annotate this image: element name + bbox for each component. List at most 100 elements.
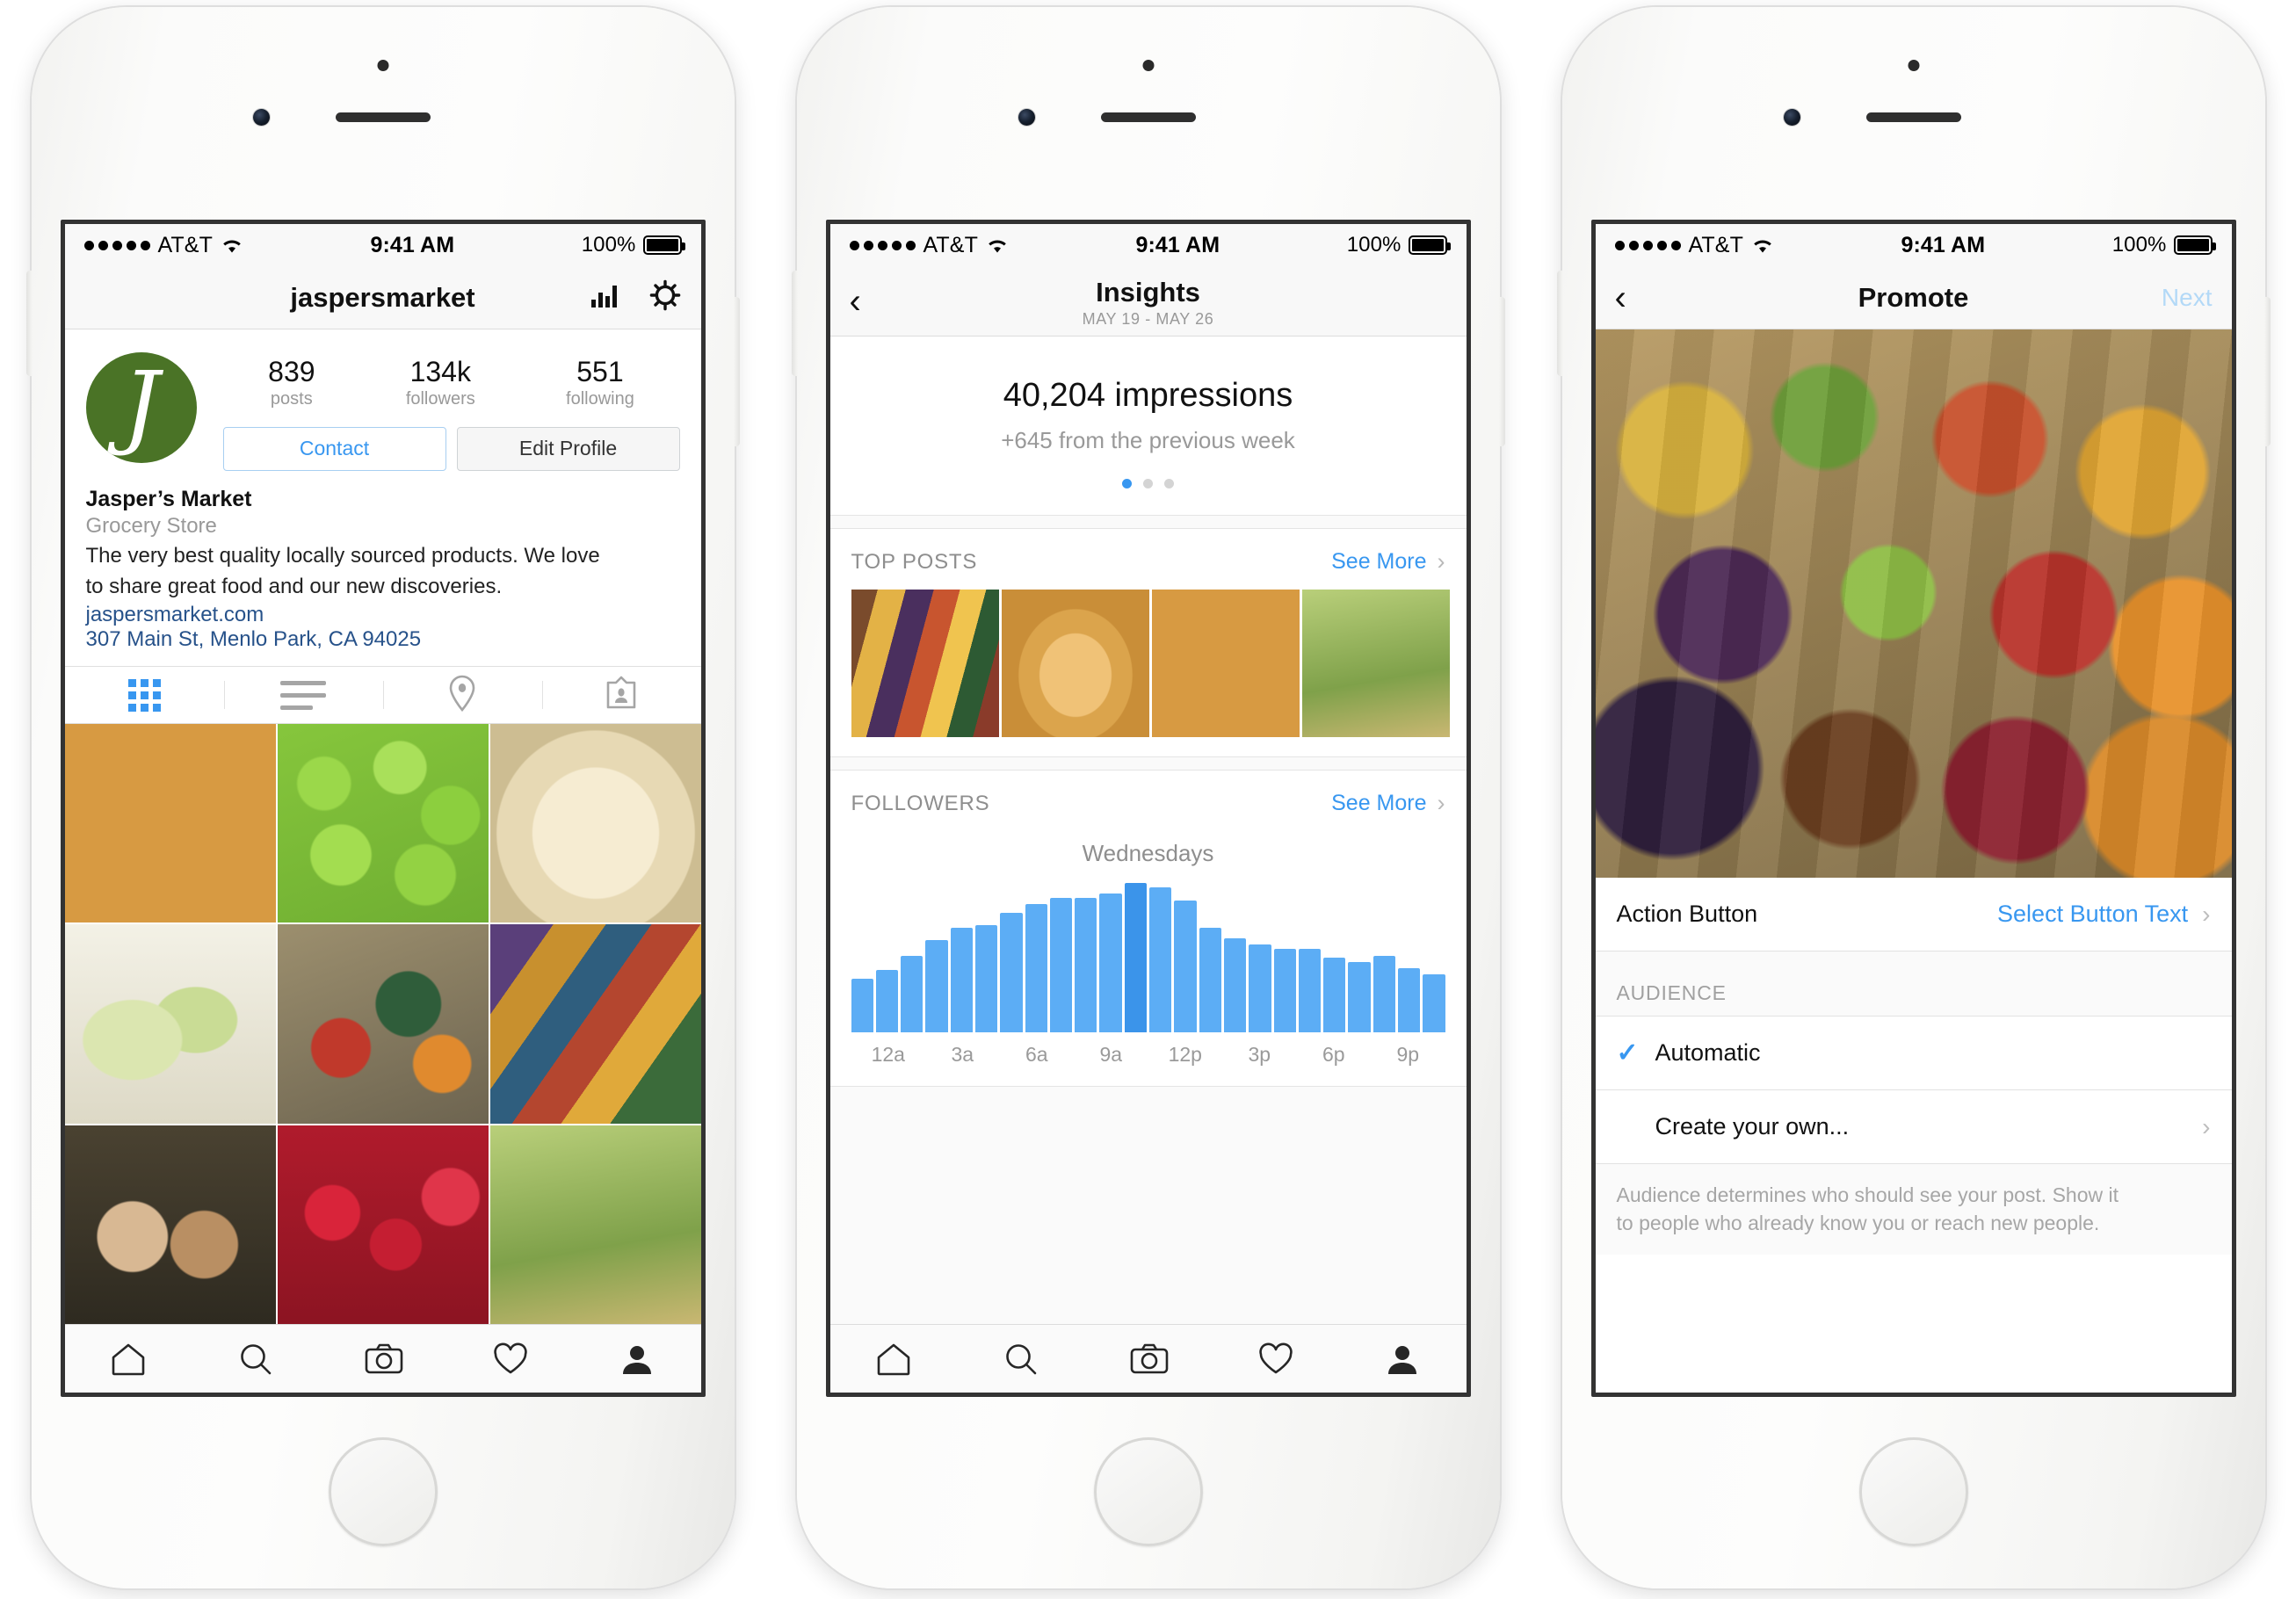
audience-option-custom[interactable]: Create your own... › bbox=[1595, 1090, 2232, 1164]
axis-tick-label: 3p bbox=[1248, 1043, 1271, 1066]
camera-icon[interactable] bbox=[364, 1341, 403, 1378]
website-link[interactable]: jaspersmarket.com bbox=[86, 603, 680, 627]
grid-photo[interactable] bbox=[277, 924, 489, 1124]
person-icon[interactable] bbox=[619, 1341, 655, 1378]
status-bar: AT&T 9:41 AM 100% bbox=[64, 224, 701, 266]
axis-tick-label: 12a bbox=[871, 1043, 905, 1066]
bio-line-1: The very best quality locally sourced pr… bbox=[85, 543, 600, 568]
proximity-sensor bbox=[1908, 60, 1919, 71]
date-range: MAY 19 - MAY 26 bbox=[1082, 310, 1214, 328]
audience-option-automatic[interactable]: ✓ Automatic bbox=[1595, 1017, 2232, 1090]
tagged-tab[interactable] bbox=[541, 667, 701, 723]
list-icon bbox=[280, 680, 326, 710]
person-icon[interactable] bbox=[1384, 1341, 1421, 1378]
chart-bar bbox=[1075, 898, 1097, 1032]
location-tab[interactable] bbox=[382, 667, 542, 723]
heart-icon[interactable] bbox=[491, 1341, 528, 1378]
bottom-tab-bar bbox=[829, 1324, 1467, 1393]
earpiece-speaker bbox=[1100, 112, 1196, 122]
footnote-line-2: to people who already know you or reach … bbox=[1616, 1211, 2100, 1234]
list-tab[interactable] bbox=[223, 667, 383, 723]
followers-see-more[interactable]: See More › bbox=[1331, 790, 1445, 817]
profile-tabs bbox=[64, 666, 701, 725]
signal-dots-icon bbox=[83, 240, 150, 250]
top-posts-section: TOP POSTS See More › bbox=[829, 528, 1467, 757]
signal-dots-icon bbox=[849, 240, 916, 250]
audience-footnote: Audience determines who should see your … bbox=[1595, 1164, 2232, 1255]
back-chevron-icon[interactable]: ‹ bbox=[850, 284, 861, 319]
screen-insights: AT&T 9:41 AM 100% ‹ Insights MAY 19 - MA… bbox=[825, 220, 1471, 1397]
chart-bar bbox=[1423, 973, 1445, 1032]
see-more-label: See More bbox=[1331, 549, 1427, 574]
grid-photo[interactable] bbox=[489, 1125, 701, 1324]
impressions-value: 40,204 impressions bbox=[1003, 377, 1293, 414]
home-icon[interactable] bbox=[110, 1341, 147, 1378]
grid-photo[interactable] bbox=[64, 1125, 276, 1324]
heart-icon[interactable] bbox=[1257, 1341, 1293, 1378]
action-button-row[interactable]: Action Button Select Button Text › bbox=[1595, 878, 2232, 951]
check-icon: ✓ bbox=[1616, 1038, 1639, 1067]
three-phone-showcase: AT&T 9:41 AM 100% jaspersmarket J 839 po… bbox=[0, 0, 2296, 1599]
grid-photo[interactable] bbox=[277, 724, 489, 923]
grid-photo[interactable] bbox=[64, 924, 276, 1124]
top-post-thumb[interactable] bbox=[851, 590, 999, 737]
home-button[interactable] bbox=[1093, 1437, 1203, 1546]
axis-tick-label: 6p bbox=[1322, 1043, 1345, 1066]
bar-chart-icon[interactable] bbox=[590, 282, 620, 313]
battery-percent: 100% bbox=[581, 233, 636, 257]
back-chevron-icon[interactable]: ‹ bbox=[1615, 280, 1626, 315]
page-dots[interactable] bbox=[830, 479, 1467, 488]
top-posts-see-more[interactable]: See More › bbox=[1331, 548, 1445, 575]
chart-bar bbox=[1298, 948, 1322, 1032]
edit-profile-button[interactable]: Edit Profile bbox=[456, 426, 680, 471]
promote-hero-image[interactable] bbox=[1595, 329, 2232, 878]
address-link[interactable]: 307 Main St, Menlo Park, CA 94025 bbox=[86, 627, 680, 652]
home-button[interactable] bbox=[1858, 1437, 1968, 1546]
next-button[interactable]: Next bbox=[2162, 284, 2213, 312]
chart-bars bbox=[851, 883, 1445, 1032]
axis-tick-label: 12p bbox=[1168, 1043, 1202, 1066]
home-icon[interactable] bbox=[875, 1341, 912, 1378]
stat-posts[interactable]: 839 posts bbox=[268, 356, 315, 409]
followers-chart: Wednesdays 12a 3a 6a 9a 12p 3p 6p 9p bbox=[830, 831, 1467, 1086]
top-post-thumb[interactable] bbox=[1001, 590, 1149, 737]
stat-followers[interactable]: 134k followers bbox=[406, 356, 475, 409]
front-camera bbox=[252, 109, 270, 126]
chart-bar bbox=[1099, 893, 1122, 1032]
chart-bar bbox=[1373, 956, 1396, 1032]
grid-icon bbox=[127, 678, 161, 712]
gear-icon[interactable] bbox=[648, 279, 682, 316]
chart-bar bbox=[1398, 967, 1421, 1032]
grid-photo[interactable] bbox=[489, 924, 701, 1124]
grid-photo[interactable] bbox=[489, 724, 701, 923]
carrier-label: AT&T bbox=[157, 232, 213, 257]
battery-full-icon bbox=[2173, 235, 2216, 255]
chart-bar bbox=[1124, 883, 1148, 1032]
profile-navbar: jaspersmarket bbox=[64, 266, 701, 329]
contact-button[interactable]: Contact bbox=[222, 426, 446, 471]
grid-photo[interactable] bbox=[277, 1125, 489, 1324]
grid-photo[interactable] bbox=[64, 724, 276, 923]
earpiece-speaker bbox=[335, 112, 431, 122]
chart-bar bbox=[1273, 948, 1296, 1032]
avatar[interactable]: J bbox=[85, 352, 197, 463]
top-post-thumb[interactable] bbox=[1301, 590, 1450, 737]
audience-section-label: AUDIENCE bbox=[1595, 951, 2232, 1017]
insights-content: 40,204 impressions +645 from the previou… bbox=[829, 336, 1467, 1324]
bio-line-2: to share great food and our new discover… bbox=[85, 575, 503, 599]
camera-icon[interactable] bbox=[1129, 1341, 1169, 1378]
signal-dots-icon bbox=[1614, 240, 1681, 250]
action-button-label: Action Button bbox=[1616, 901, 1758, 927]
home-button[interactable] bbox=[328, 1437, 438, 1546]
grid-tab[interactable] bbox=[65, 667, 224, 723]
top-post-thumb[interactable] bbox=[1151, 590, 1300, 737]
carrier-label: AT&T bbox=[1688, 232, 1743, 257]
stat-following[interactable]: 551 following bbox=[566, 356, 634, 409]
axis-tick-label: 6a bbox=[1025, 1043, 1048, 1066]
search-icon[interactable] bbox=[1003, 1341, 1039, 1378]
page-title: Insights bbox=[1096, 277, 1200, 308]
chevron-right-icon: › bbox=[2202, 1112, 2211, 1140]
stat-value: 551 bbox=[576, 356, 624, 387]
search-icon[interactable] bbox=[237, 1341, 274, 1378]
impressions-card[interactable]: 40,204 impressions +645 from the previou… bbox=[829, 336, 1467, 516]
